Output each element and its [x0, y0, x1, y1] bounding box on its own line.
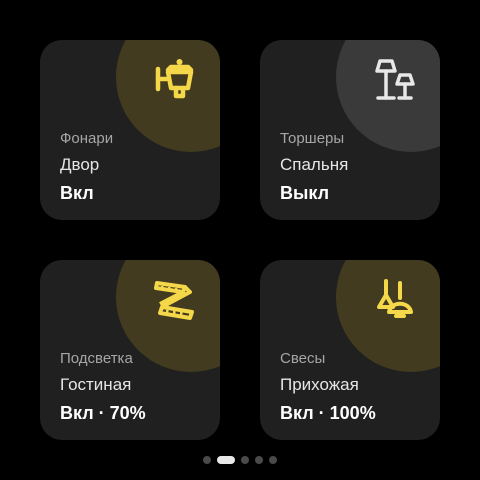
tile-state: Вкл · 70% [60, 403, 146, 423]
tile-room: Спальня [280, 155, 349, 174]
tile-category: Торшеры [280, 130, 345, 147]
tile-pendants-hallway[interactable]: Свесы Прихожая Вкл · 100% [260, 260, 440, 440]
tile-room: Гостиная [60, 375, 132, 394]
tile-category: Свесы [280, 350, 326, 367]
page-dot-active[interactable] [217, 456, 235, 464]
page-indicator[interactable] [0, 456, 480, 464]
lantern-icon [155, 59, 194, 99]
page-dot[interactable] [241, 456, 249, 464]
page-dot[interactable] [269, 456, 277, 464]
tile-state: Выкл [280, 183, 330, 203]
tile-category: Фонари [60, 130, 114, 147]
tile-state: Вкл [60, 183, 94, 203]
tile-floor-lamps-bedroom[interactable]: Торшеры Спальня Выкл [260, 40, 440, 220]
tile-category: Подсветка [60, 350, 133, 367]
tile-room: Прихожая [280, 375, 359, 394]
pendant-lamp-icon [377, 279, 413, 318]
led-strip-icon [154, 281, 194, 320]
tile-state: Вкл · 100% [280, 403, 376, 423]
page-dot[interactable] [203, 456, 211, 464]
tile-backlight-living-room[interactable]: Подсветка Гостиная Вкл · 70% [40, 260, 220, 440]
floor-lamp-icon [375, 59, 415, 100]
tile-lanterns-yard[interactable]: Фонари Двор Вкл [40, 40, 220, 220]
tile-room: Двор [60, 155, 100, 174]
page-dot[interactable] [255, 456, 263, 464]
